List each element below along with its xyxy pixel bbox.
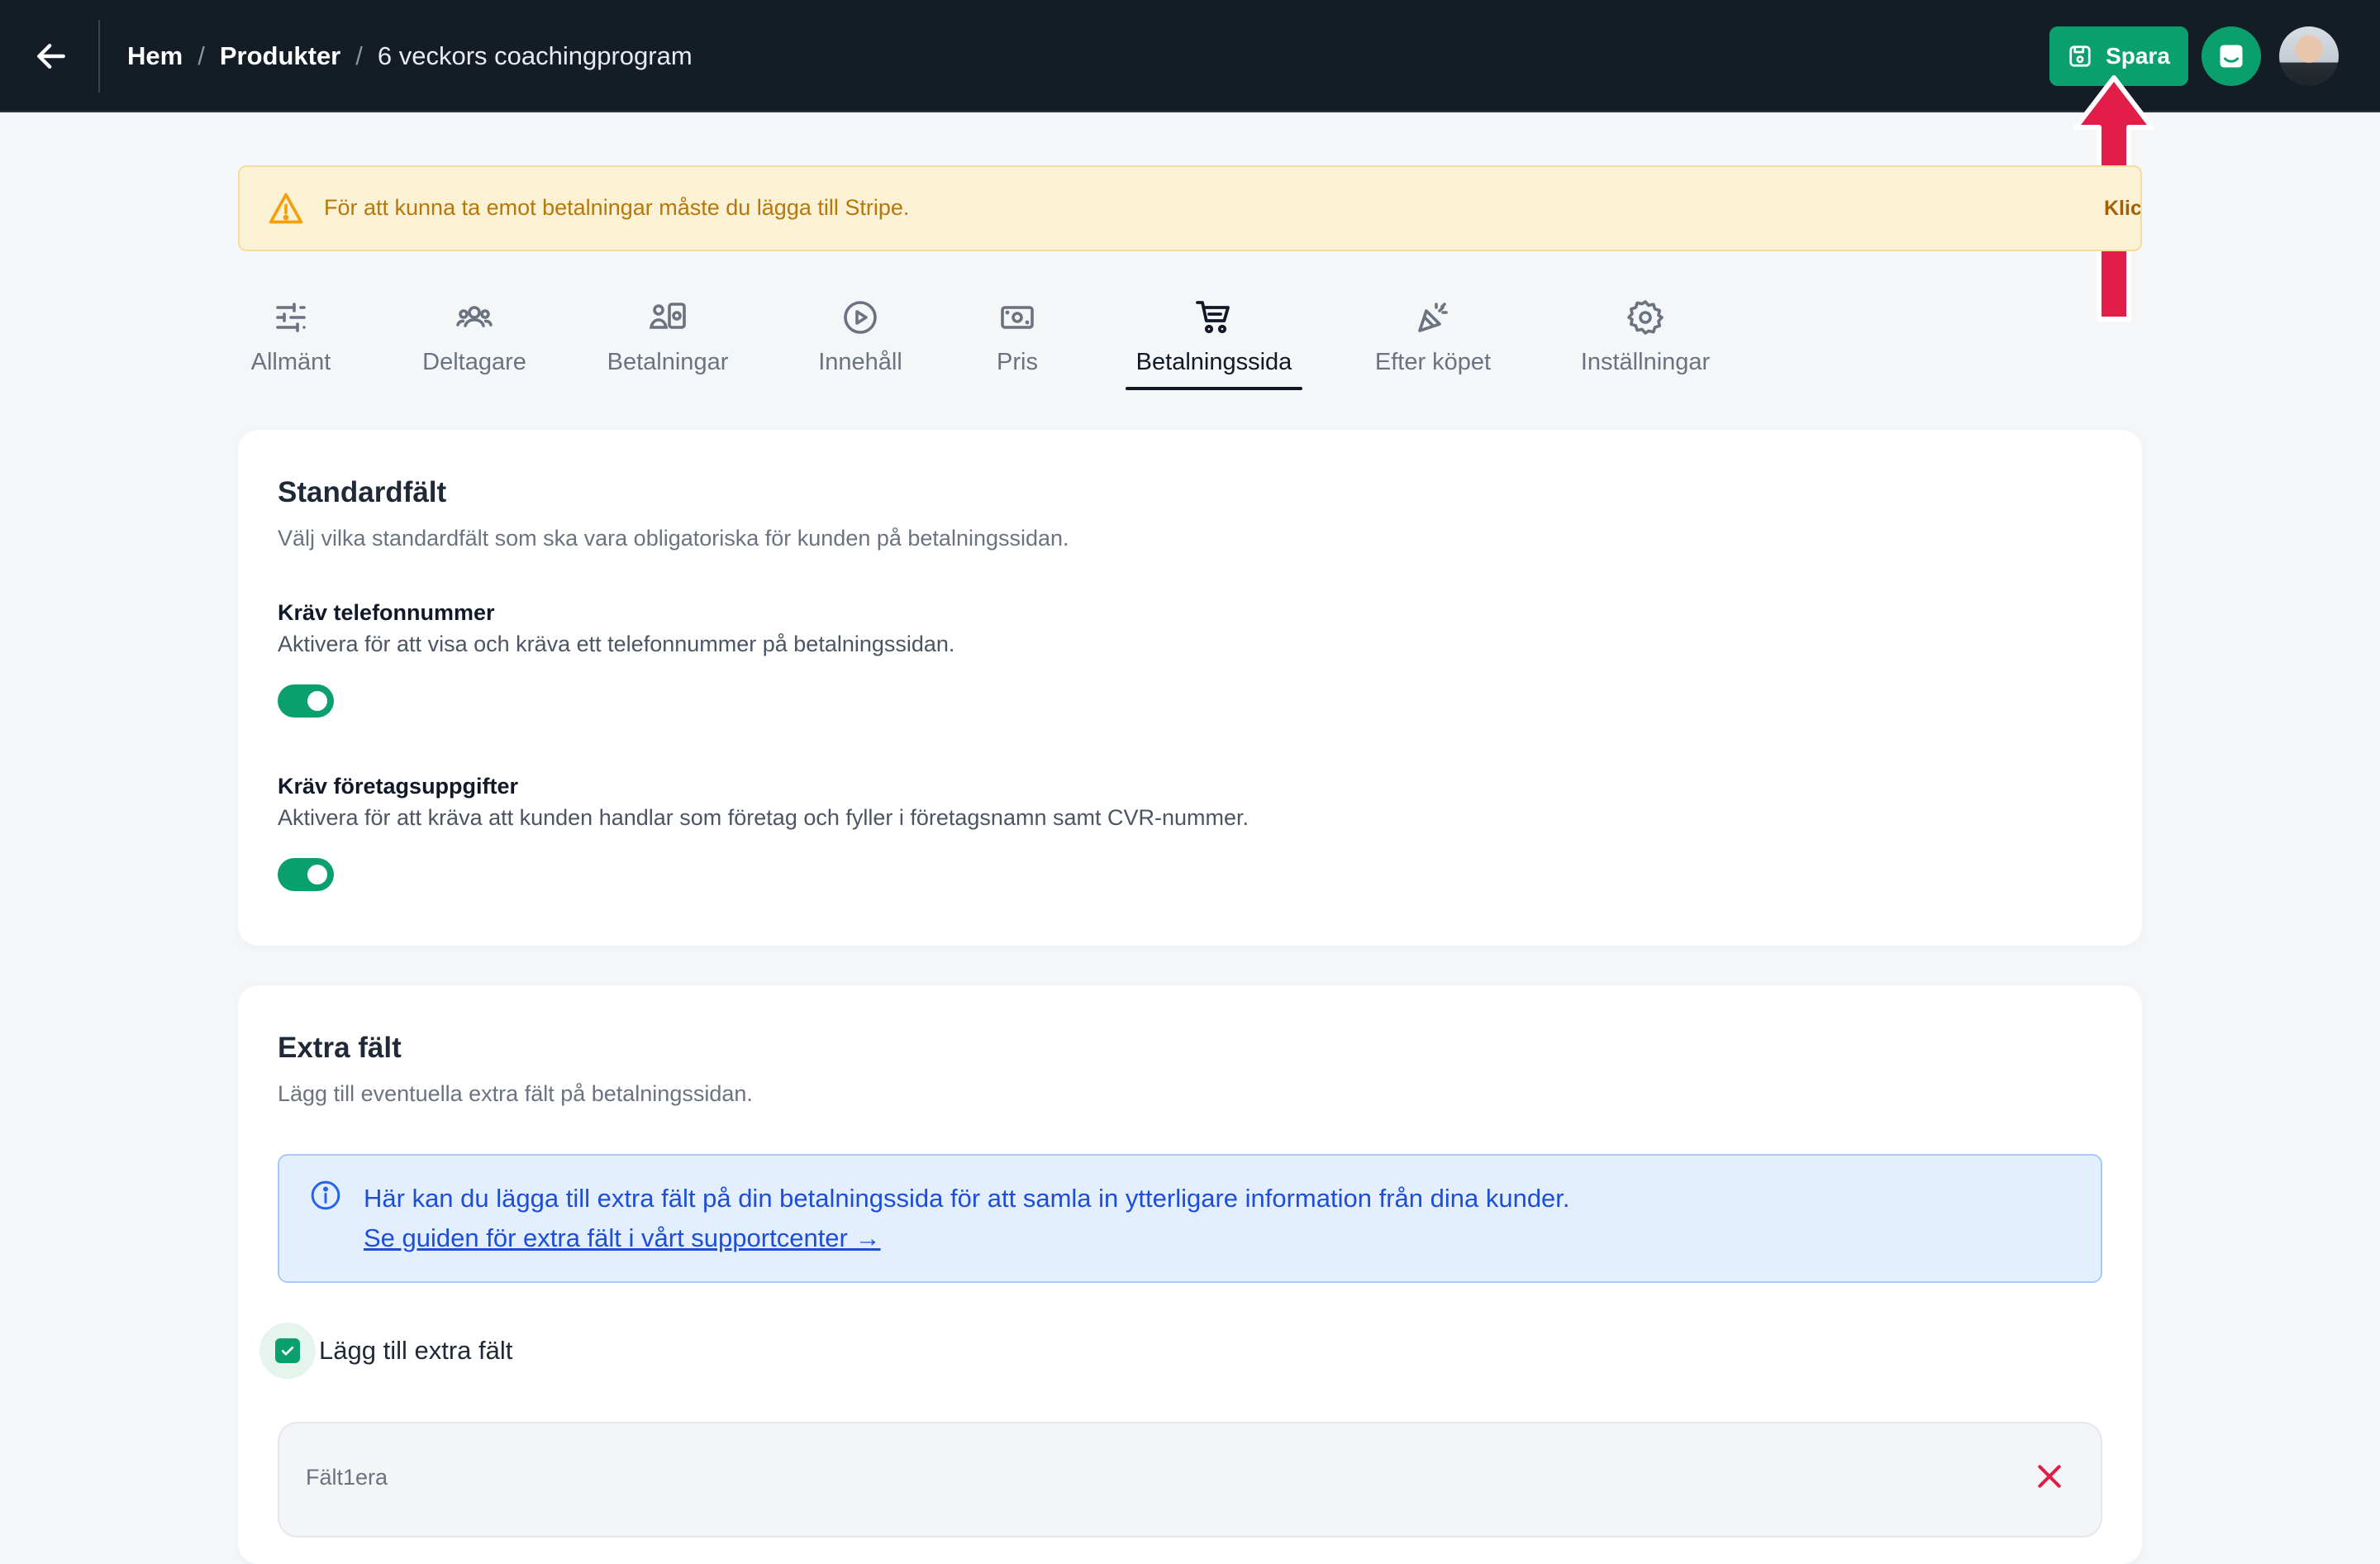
field-title-phone: Kräv telefonnummer xyxy=(278,600,495,625)
tab-label: Betalningar xyxy=(607,349,729,375)
tab-label: Allmänt xyxy=(250,349,331,375)
tab-payments[interactable]: Betalningar xyxy=(602,291,734,390)
tab-label: Deltagare xyxy=(422,349,526,375)
chat-icon xyxy=(2220,45,2243,68)
payments-icon xyxy=(649,303,686,329)
tab-label: Betalningssida xyxy=(1135,349,1292,375)
breadcrumb-separator: / xyxy=(355,41,363,70)
back-button[interactable] xyxy=(30,33,73,79)
tab-participants[interactable]: Deltagare xyxy=(413,291,536,390)
alert-link[interactable]: Klicka här för att göra det xyxy=(2104,197,2140,221)
tab-after-purchase[interactable]: Efter köpet xyxy=(1365,291,1501,390)
tab-label: Innehåll xyxy=(818,349,902,375)
warning-icon xyxy=(269,193,303,224)
card-description: Lägg till eventuella extra fält på betal… xyxy=(278,1081,753,1106)
checkbox-box xyxy=(275,1338,300,1363)
extra-fields-card: Extra fält Lägg till eventuella extra fä… xyxy=(238,985,2142,1564)
sliders-icon xyxy=(276,303,306,332)
toggle-knob xyxy=(307,691,327,711)
tab-settings[interactable]: Inställningar xyxy=(1568,291,1722,390)
chat-button[interactable] xyxy=(2202,26,2261,86)
arrow-left-icon xyxy=(37,43,65,69)
card-description: Välj vilka standardfält som ska vara obl… xyxy=(278,526,1069,551)
gear-icon xyxy=(1627,300,1664,335)
field-description-company: Aktivera för att kräva att kunden handla… xyxy=(278,805,1250,830)
field-title-company: Kräv företagsuppgifter xyxy=(278,774,519,799)
breadcrumb-home[interactable]: Hem xyxy=(127,41,183,71)
alert-text: För att kunna ta emot betalningar måste … xyxy=(324,195,910,220)
card-title: Standardfält xyxy=(278,476,447,508)
extra-field-label: Fält1era xyxy=(306,1465,388,1490)
require-company-toggle[interactable] xyxy=(278,858,334,891)
active-tab-underline xyxy=(1126,387,1302,390)
avatar[interactable] xyxy=(2279,26,2339,86)
info-box: Här kan du lägga till extra fält på din … xyxy=(278,1154,2102,1283)
play-icon xyxy=(844,301,877,334)
tab-price[interactable]: Pris xyxy=(980,291,1054,390)
support-guide-link[interactable]: Se guiden för extra fält i vårt supportc… xyxy=(364,1223,880,1253)
party-icon xyxy=(1418,303,1448,332)
tab-general[interactable]: Allmänt xyxy=(238,291,344,390)
tab-label: Efter köpet xyxy=(1374,349,1492,375)
extra-field-item: Fält1era xyxy=(278,1422,2102,1538)
checkmark-icon xyxy=(281,1346,294,1356)
info-text: Här kan du lägga till extra fält på din … xyxy=(364,1184,1570,1213)
topbar-divider xyxy=(98,20,100,93)
save-button-label: Spara xyxy=(2106,43,2170,69)
info-icon xyxy=(311,1180,340,1210)
breadcrumb-separator: / xyxy=(198,41,205,70)
close-icon[interactable] xyxy=(2033,1460,2066,1493)
tab-label: Inställningar xyxy=(1580,349,1711,375)
require-phone-toggle[interactable] xyxy=(278,684,334,718)
users-icon xyxy=(456,306,493,327)
field-description-phone: Aktivera för att visa och kräva ett tele… xyxy=(278,632,955,656)
breadcrumb: Hem / Produkter / 6 veckors coachingprog… xyxy=(127,38,693,74)
stripe-alert: För att kunna ta emot betalningar måste … xyxy=(238,165,2142,251)
checkbox-label[interactable]: Lägg till extra fält xyxy=(319,1336,512,1366)
tab-content[interactable]: Innehåll xyxy=(807,291,914,390)
breadcrumb-products[interactable]: Produkter xyxy=(220,41,340,71)
save-icon xyxy=(2069,45,2091,67)
card-title: Extra fält xyxy=(278,1032,402,1064)
tab-label: Pris xyxy=(997,349,1038,375)
top-bar: Hem / Produkter / 6 veckors coachingprog… xyxy=(0,0,2380,112)
breadcrumb-current: 6 veckors coachingprogram xyxy=(377,41,693,70)
cart-icon xyxy=(1196,301,1230,334)
tab-checkout-page[interactable]: Betalningssida xyxy=(1126,291,1302,390)
standard-fields-card: Standardfält Välj vilka standardfält som… xyxy=(238,430,2142,946)
toggle-knob xyxy=(307,865,327,885)
add-extra-field-checkbox[interactable] xyxy=(259,1323,316,1379)
money-icon xyxy=(1001,306,1034,329)
